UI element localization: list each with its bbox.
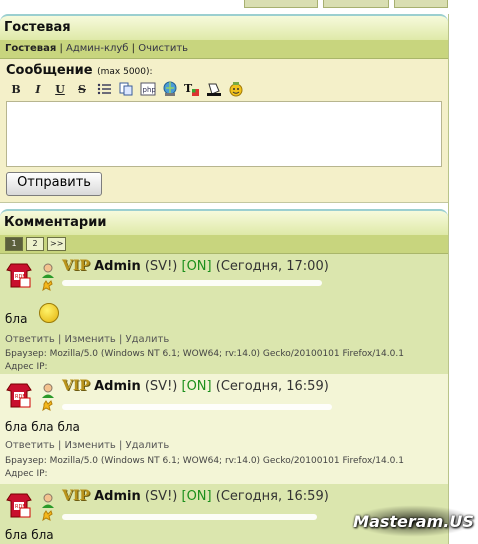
comment-item: RDF VIP Admin (SV!) [ON] (Сегодня, 16:59…: [0, 374, 448, 484]
text-color-icon[interactable]: T: [184, 81, 200, 97]
status-badge: [ON]: [181, 259, 212, 274]
page-2[interactable]: 2: [26, 237, 44, 251]
avatar: RDF: [6, 260, 32, 288]
delete-link[interactable]: Удалить: [126, 440, 170, 451]
pagination: 1 2 >>: [0, 235, 448, 254]
top-nav-tab-3[interactable]: [394, 0, 448, 8]
top-nav: [244, 0, 448, 8]
strike-icon[interactable]: S: [74, 81, 90, 97]
guestbook-nav: Гостевая | Админ-клуб | Очистить: [0, 40, 448, 59]
comment-date: (Сегодня, 17:00): [215, 259, 329, 274]
nav-separator: |: [131, 43, 136, 54]
comment-actions: Ответить | Изменить | Удалить: [5, 440, 170, 451]
page-next[interactable]: >>: [47, 237, 67, 251]
user-online-icon: [40, 382, 58, 412]
comment-meta: VIP Admin (SV!) [ON] (Сегодня, 17:00): [62, 258, 329, 274]
nav-guestbook[interactable]: Гостевая: [5, 43, 56, 54]
guestbook-title: Гостевая: [0, 14, 448, 40]
reply-link[interactable]: Ответить: [5, 440, 55, 451]
comment-text: бла бла: [5, 528, 54, 542]
smiley-icon[interactable]: [228, 81, 244, 97]
nav-admin-club[interactable]: Админ-клуб: [66, 43, 128, 54]
guestbook-panel: Гостевая Гостевая | Админ-клуб | Очистит…: [0, 14, 449, 544]
avatar: RDF: [6, 380, 32, 408]
comments-title: Комментарии: [0, 209, 448, 235]
vip-badge: VIP: [62, 258, 90, 274]
page-1[interactable]: 1: [5, 237, 23, 251]
author-name[interactable]: Admin: [94, 489, 141, 504]
browser-info: Браузер: Mozilla/5.0 (Windows NT 6.1; WO…: [5, 456, 404, 466]
comment-text: бла: [5, 312, 28, 326]
browser-info: Браузер: Mozilla/5.0 (Windows NT 6.1; WO…: [5, 349, 404, 359]
link-icon[interactable]: [162, 81, 178, 97]
author-tag: (SV!): [144, 489, 178, 504]
fill-color-icon[interactable]: [206, 81, 222, 97]
copy-icon[interactable]: [118, 81, 134, 97]
php-icon[interactable]: php: [140, 81, 156, 97]
comment-date: (Сегодня, 16:59): [215, 379, 329, 394]
svg-text:php: php: [143, 86, 157, 94]
ip-address: Адрес IP:: [5, 362, 48, 372]
author-name[interactable]: Admin: [94, 259, 141, 274]
top-nav-tab-2[interactable]: [323, 0, 389, 8]
nav-separator: |: [59, 43, 63, 54]
submit-button[interactable]: Отправить: [6, 172, 102, 196]
author-tag: (SV!): [144, 379, 178, 394]
comment-meta: VIP Admin (SV!) [ON] (Сегодня, 16:59): [62, 378, 329, 394]
comment-meta: VIP Admin (SV!) [ON] (Сегодня, 16:59): [62, 488, 329, 504]
avatar: RDF: [6, 490, 32, 518]
comment-text: бла бла бла: [5, 420, 80, 434]
redacted-line: [62, 404, 332, 410]
message-textarea[interactable]: [6, 101, 442, 167]
message-label: Сообщение (max 5000):: [6, 63, 442, 78]
ip-address: Адрес IP:: [5, 469, 48, 479]
redacted-line: [62, 514, 317, 520]
nav-clear[interactable]: Очистить: [138, 43, 188, 54]
edit-link[interactable]: Изменить: [65, 334, 116, 345]
watermark-logo: Masteram.US: [351, 505, 476, 537]
vip-badge: VIP: [62, 378, 90, 394]
user-online-icon: [40, 262, 58, 292]
top-nav-tab-1[interactable]: [244, 0, 318, 8]
bold-icon[interactable]: B: [8, 81, 24, 97]
delete-link[interactable]: Удалить: [126, 334, 170, 345]
redacted-line: [62, 280, 322, 286]
message-limit: (max 5000):: [97, 67, 153, 77]
status-badge: [ON]: [181, 489, 212, 504]
underline-icon[interactable]: U: [52, 81, 68, 97]
message-form: Сообщение (max 5000): B I U S php T Отпр…: [0, 59, 448, 203]
reply-link[interactable]: Ответить: [5, 334, 55, 345]
comment-item: RDF VIP Admin (SV!) [ON] (Сегодня, 17:00…: [0, 254, 448, 374]
smiley-icon: [39, 303, 59, 323]
list-icon[interactable]: [96, 81, 112, 97]
comment-date: (Сегодня, 16:59): [215, 489, 329, 504]
author-tag: (SV!): [144, 259, 178, 274]
user-online-icon: [40, 492, 58, 522]
format-toolbar: B I U S php T: [8, 81, 442, 97]
svg-text:T: T: [184, 82, 193, 95]
status-badge: [ON]: [181, 379, 212, 394]
vip-badge: VIP: [62, 488, 90, 504]
comment-actions: Ответить | Изменить | Удалить: [5, 334, 170, 345]
author-name[interactable]: Admin: [94, 379, 141, 394]
edit-link[interactable]: Изменить: [65, 440, 116, 451]
italic-icon[interactable]: I: [30, 81, 46, 97]
message-label-text: Сообщение: [6, 63, 93, 78]
